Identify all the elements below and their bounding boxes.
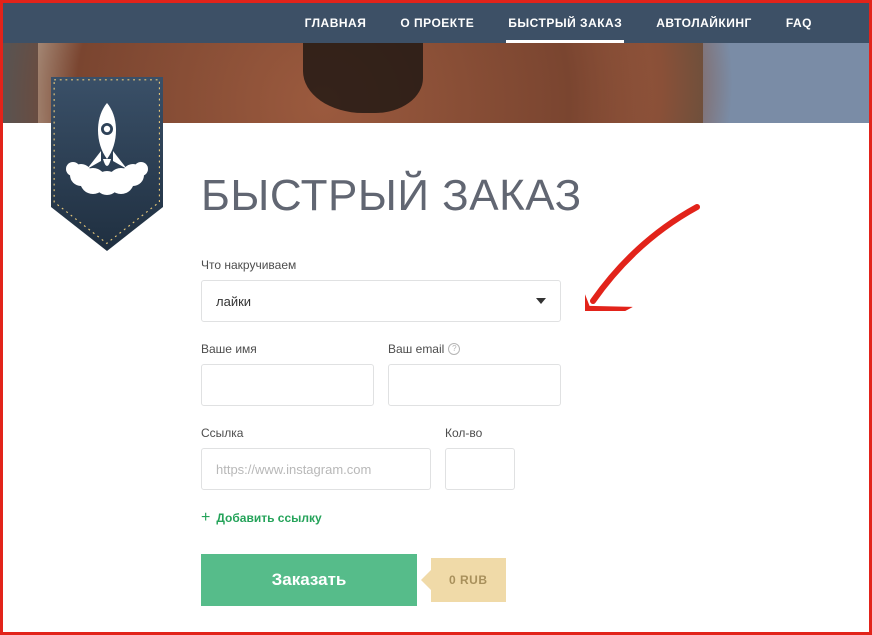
order-form: Что накручиваем лайки Ваше имя Ваш email… xyxy=(201,258,761,606)
what-select[interactable]: лайки xyxy=(201,280,561,322)
submit-button[interactable]: Заказать xyxy=(201,554,417,606)
add-link-label: Добавить ссылку xyxy=(216,511,321,525)
caret-down-icon xyxy=(536,298,546,304)
link-input[interactable] xyxy=(201,448,431,490)
what-label: Что накручиваем xyxy=(201,258,561,272)
qty-label: Кол-во xyxy=(445,426,515,440)
top-nav: ГЛАВНАЯ О ПРОЕКТЕ БЫСТРЫЙ ЗАКАЗ АВТОЛАЙК… xyxy=(3,3,869,43)
link-label: Ссылка xyxy=(201,426,431,440)
email-input[interactable] xyxy=(388,364,561,406)
plus-icon: + xyxy=(201,510,210,526)
nav-quick-order[interactable]: БЫСТРЫЙ ЗАКАЗ xyxy=(491,3,639,43)
qty-input[interactable] xyxy=(445,448,515,490)
nav-about[interactable]: О ПРОЕКТЕ xyxy=(383,3,491,43)
nav-autoliking[interactable]: АВТОЛАЙКИНГ xyxy=(639,3,769,43)
rocket-badge xyxy=(47,77,167,259)
nav-faq[interactable]: FAQ xyxy=(769,3,829,43)
name-label: Ваше имя xyxy=(201,342,374,356)
email-label: Ваш email ? xyxy=(388,342,561,356)
what-value: лайки xyxy=(216,294,251,309)
nav-home[interactable]: ГЛАВНАЯ xyxy=(288,3,384,43)
add-link-button[interactable]: + Добавить ссылку xyxy=(201,510,761,526)
page-title: БЫСТРЫЙ ЗАКАЗ xyxy=(201,171,582,221)
name-input[interactable] xyxy=(201,364,374,406)
price-tag: 0 RUB xyxy=(431,558,506,602)
price-value: 0 RUB xyxy=(431,558,506,602)
help-icon[interactable]: ? xyxy=(448,343,460,355)
